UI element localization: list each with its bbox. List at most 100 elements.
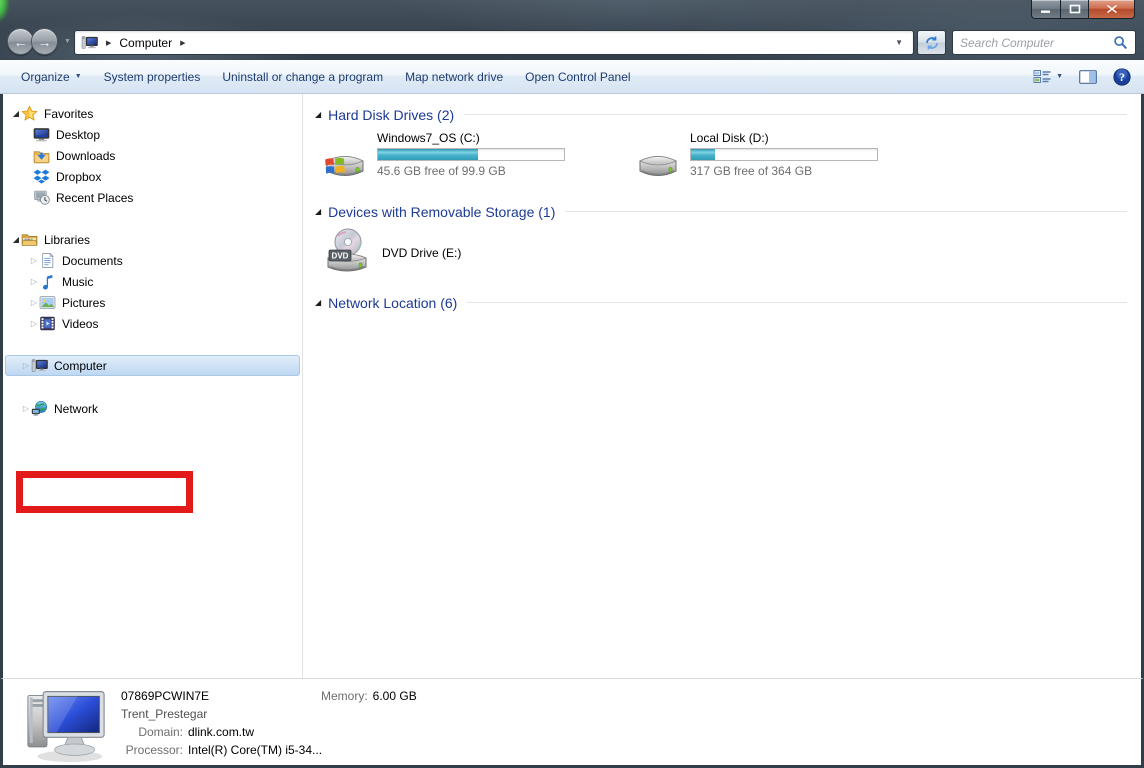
chevron-down-icon: ▼ [75, 73, 82, 80]
tree-collapsed-icon[interactable]: ▷ [21, 361, 31, 370]
tree-collapsed-icon[interactable]: ▷ [29, 277, 39, 286]
star-icon [21, 105, 38, 122]
group-header-network-location[interactable]: ◢ Network Location (6) [312, 292, 1127, 313]
sidebar-item-downloads[interactable]: Downloads [3, 145, 302, 166]
tree-expanded-icon[interactable]: ◢ [11, 235, 21, 244]
search-input[interactable]: Search Computer [960, 36, 1113, 50]
help-button[interactable] [1110, 66, 1134, 88]
breadcrumb-separator-icon[interactable]: ▶ [180, 39, 185, 47]
computer-tower-monitor-icon [19, 684, 113, 764]
group-rule [565, 211, 1127, 212]
user-name: Trent_Prestegar [121, 707, 207, 721]
domain-label: Domain: [121, 725, 183, 739]
address-dropdown-icon[interactable]: ▼ [891, 38, 907, 47]
tree-collapsed-icon[interactable]: ▷ [21, 404, 31, 413]
refresh-icon [924, 35, 940, 51]
minimize-button[interactable] [1031, 0, 1061, 19]
search-icon[interactable] [1113, 35, 1128, 50]
items-view: ◢ Hard Disk Drives (2) Windows7_OS (C:) … [303, 94, 1141, 678]
sidebar-item-favorites[interactable]: ◢ Favorites [3, 103, 302, 124]
forward-button[interactable]: → [31, 28, 58, 55]
dvd-drive-icon [320, 226, 374, 280]
tree-collapsed-icon[interactable]: ▷ [29, 319, 39, 328]
group-title: Hard Disk Drives (2) [328, 107, 454, 123]
tree-collapsed-icon[interactable]: ▷ [29, 298, 39, 307]
desktop-glow [0, 0, 9, 22]
close-icon [1106, 4, 1118, 14]
sidebar-item-music[interactable]: ▷ Music [3, 271, 302, 292]
open-control-panel-button[interactable]: Open Control Panel [514, 65, 641, 89]
network-icon [31, 400, 48, 417]
maximize-button[interactable] [1061, 0, 1089, 19]
sidebar-item-network[interactable]: ▷ Network [3, 398, 302, 419]
recent-pages-dropdown[interactable]: ▼ [64, 38, 71, 45]
libraries-folder-icon [21, 231, 38, 248]
computer-selected-highlight [5, 355, 300, 376]
dropbox-icon [33, 168, 50, 185]
group-collapse-icon[interactable]: ◢ [315, 207, 321, 216]
favorites-label: Favorites [44, 107, 93, 121]
group-title: Devices with Removable Storage (1) [328, 204, 555, 220]
tree-collapsed-icon[interactable]: ▷ [29, 256, 39, 265]
drive-free-space: 317 GB free of 364 GB [690, 164, 879, 178]
drive-usage-fill [378, 149, 478, 160]
annotation-red-box [16, 471, 193, 513]
drive-item-d[interactable]: Local Disk (D:) 317 GB free of 364 GB [633, 131, 879, 187]
preview-pane-button[interactable] [1076, 68, 1100, 86]
uninstall-program-button[interactable]: Uninstall or change a program [211, 65, 394, 89]
breadcrumb-computer[interactable]: Computer [119, 36, 172, 50]
computer-icon [31, 357, 48, 374]
change-view-button[interactable]: ▼ [1030, 67, 1066, 87]
drive-usage-fill [691, 149, 715, 160]
libraries-label: Libraries [44, 233, 90, 247]
group-collapse-icon[interactable]: ◢ [315, 110, 321, 119]
navigation-pane: ◢ Favorites Desktop Downloads Dropbox Re… [3, 94, 303, 678]
group-header-removable-storage[interactable]: ◢ Devices with Removable Storage (1) [312, 201, 1127, 222]
sidebar-item-documents[interactable]: ▷ Documents [3, 250, 302, 271]
drive-name: Windows7_OS (C:) [377, 131, 566, 148]
minimize-icon [1040, 4, 1052, 14]
explorer-window: ← → ▼ ▶ Computer ▶ ▼ Search Computer Org… [0, 0, 1144, 768]
sidebar-item-desktop[interactable]: Desktop [3, 124, 302, 145]
maximize-icon [1069, 4, 1081, 14]
drive-item-dvd[interactable]: DVD Drive (E:) [320, 226, 461, 280]
breadcrumb-separator-icon[interactable]: ▶ [106, 39, 111, 47]
back-button[interactable]: ← [7, 28, 34, 55]
window-controls [1031, 0, 1135, 19]
address-bar[interactable]: ▶ Computer ▶ ▼ [74, 30, 914, 55]
documents-icon [39, 252, 56, 269]
computer-name: 07869PCWIN7E [121, 689, 209, 703]
sidebar-item-dropbox[interactable]: Dropbox [3, 166, 302, 187]
group-rule [464, 114, 1127, 115]
sidebar-item-recent-places[interactable]: Recent Places [3, 187, 302, 208]
help-icon [1113, 68, 1131, 86]
pictures-icon [39, 294, 56, 311]
sidebar-item-videos[interactable]: ▷ Videos [3, 313, 302, 334]
group-collapse-icon[interactable]: ◢ [315, 298, 321, 307]
memory-value: 6.00 GB [373, 689, 417, 703]
close-button[interactable] [1089, 0, 1135, 19]
details-pane: 07869PCWIN7E Trent_Prestegar Domain: dli… [0, 678, 1144, 768]
drive-usage-bar [377, 148, 565, 161]
sidebar-item-pictures[interactable]: ▷ Pictures [3, 292, 302, 313]
processor-value: Intel(R) Core(TM) i5-34... [188, 743, 322, 757]
search-box[interactable]: Search Computer [952, 30, 1136, 55]
views-icon [1033, 69, 1053, 85]
sidebar-item-computer[interactable]: ▷ Computer [3, 355, 302, 376]
organize-button[interactable]: Organize ▼ [10, 65, 93, 89]
sidebar-item-libraries[interactable]: ◢ Libraries [3, 229, 302, 250]
map-network-drive-button[interactable]: Map network drive [394, 65, 514, 89]
memory-label: Memory: [321, 689, 368, 703]
window-chrome: ← → ▼ ▶ Computer ▶ ▼ Search Computer [0, 0, 1144, 60]
processor-label: Processor: [121, 743, 183, 757]
drive-name: Local Disk (D:) [690, 131, 879, 148]
computer-label: Computer [54, 359, 107, 373]
system-properties-button[interactable]: System properties [93, 65, 212, 89]
group-rule [467, 302, 1127, 303]
refresh-button[interactable] [917, 30, 946, 55]
group-header-hard-disk-drives[interactable]: ◢ Hard Disk Drives (2) [312, 104, 1127, 125]
tree-expanded-icon[interactable]: ◢ [11, 109, 21, 118]
forward-arrow-icon: → [38, 34, 52, 50]
drive-item-c[interactable]: Windows7_OS (C:) 45.6 GB free of 99.9 GB [320, 131, 566, 187]
memory-line: Memory: 6.00 GB [321, 687, 417, 705]
